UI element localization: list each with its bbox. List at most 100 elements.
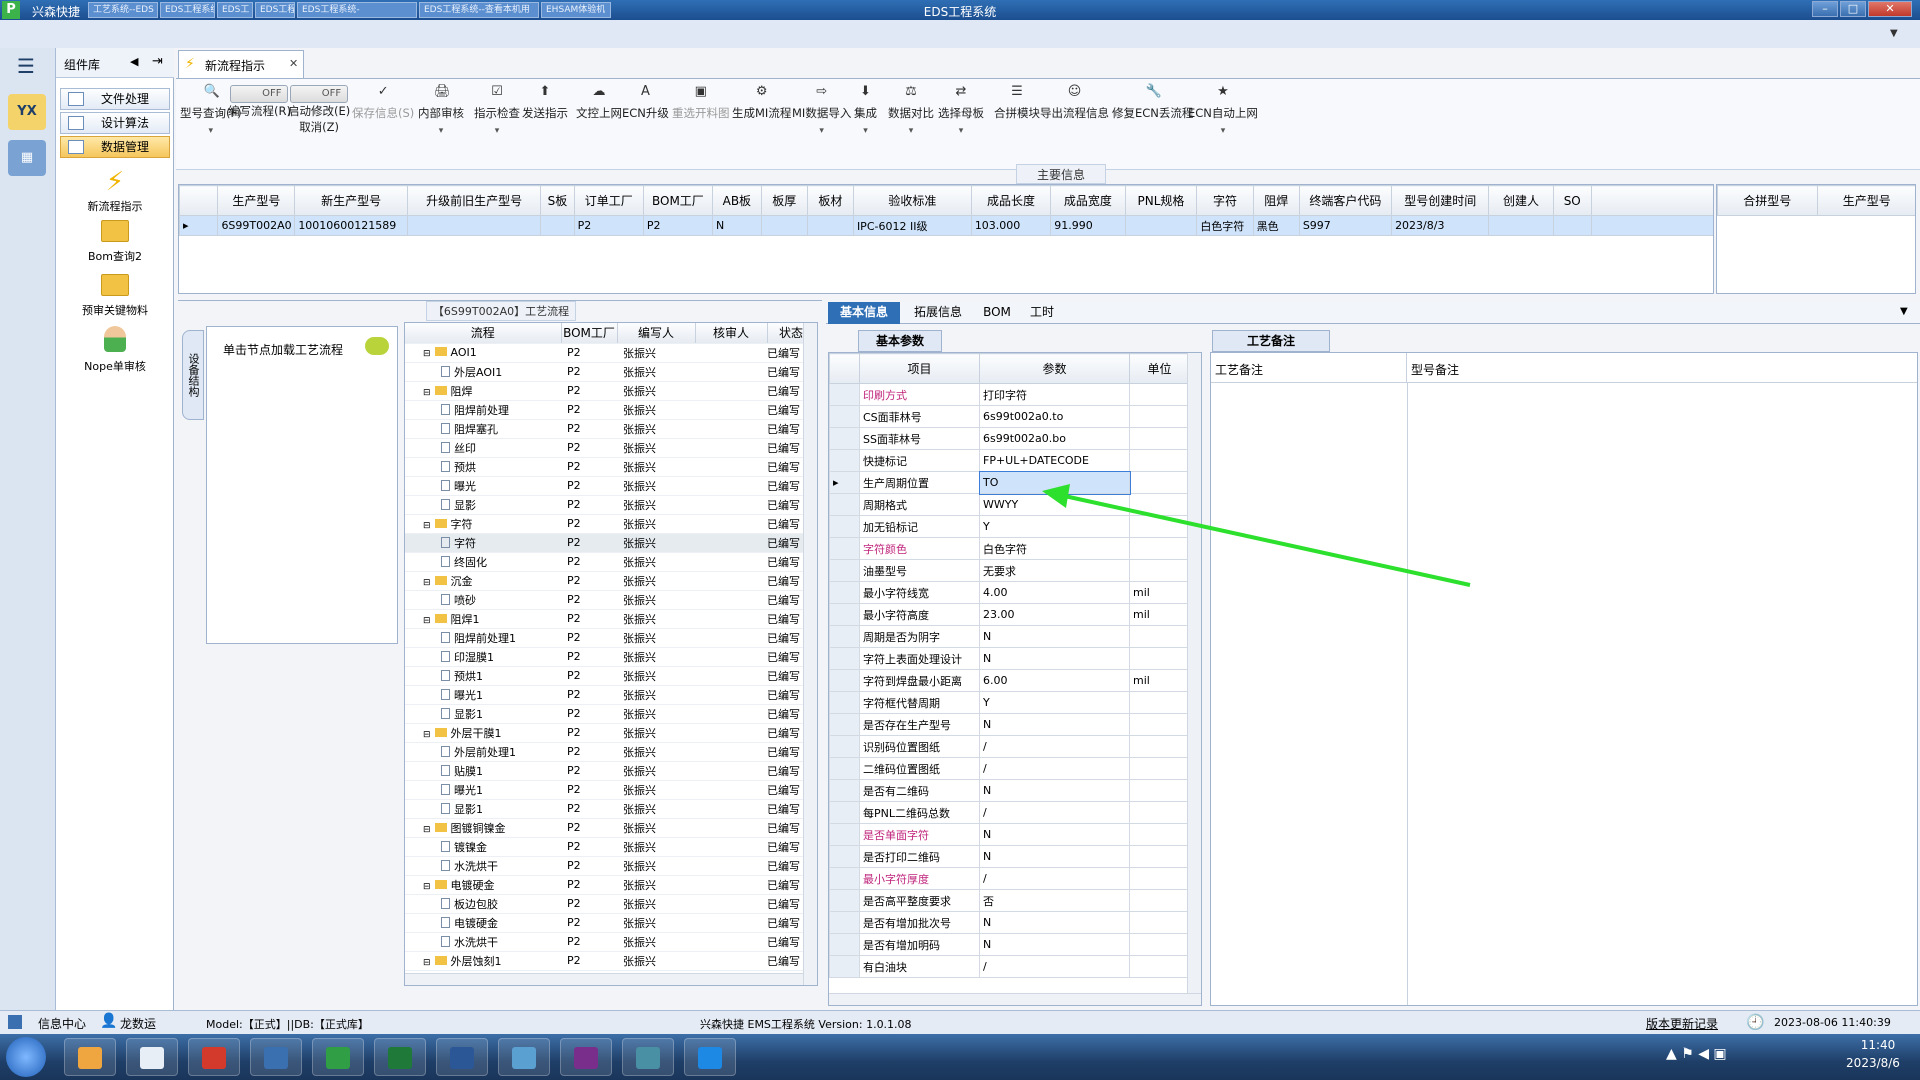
flow-column-header[interactable]: BOM工厂: [561, 323, 618, 344]
flow-row[interactable]: ⊟ 沉金 P2 张振兴 已编写: [405, 571, 815, 591]
table-cell[interactable]: 白色字符: [1196, 215, 1254, 236]
param-row[interactable]: SS面菲林号 6s99t002a0.bo: [829, 427, 1190, 450]
toolbar-button-8[interactable]: A ECN升级: [622, 85, 669, 165]
flow-row[interactable]: 水洗烘干 P2 张振兴 已编写: [405, 932, 815, 952]
flow-node[interactable]: ⊟ 沉金: [405, 571, 561, 591]
chevron-down-icon[interactable]: ▾: [1188, 126, 1258, 136]
table-cell[interactable]: [540, 215, 575, 236]
param-value[interactable]: /: [979, 955, 1130, 978]
param-value[interactable]: N: [979, 625, 1130, 648]
flow-row[interactable]: 电镀硬金 P2 张振兴 已编写: [405, 913, 815, 933]
param-row[interactable]: 每PNL二维码总数 /: [829, 801, 1190, 824]
flow-node[interactable]: 显影1: [405, 704, 561, 724]
toolbar-button-18[interactable]: ★ ECN自动上网 ▾: [1188, 85, 1258, 165]
flow-node[interactable]: 显影1: [405, 799, 561, 819]
table-cell[interactable]: 10010600121589: [294, 215, 409, 236]
chevron-down-icon[interactable]: ▾: [474, 126, 520, 136]
flow-node[interactable]: 外层前处理1: [405, 742, 561, 762]
param-row[interactable]: 快捷标记 FP+UL+DATECODE: [829, 449, 1190, 472]
lib-new-flow[interactable]: ⚡ 新流程指示: [56, 166, 174, 214]
yx-app-icon[interactable]: YX: [8, 94, 46, 130]
param-value[interactable]: N: [979, 779, 1130, 802]
param-row[interactable]: CS面菲林号 6s99t002a0.to: [829, 405, 1190, 428]
column-header[interactable]: SO: [1552, 185, 1592, 216]
detail-tab[interactable]: BOM: [976, 302, 1018, 324]
table-cell[interactable]: 2023/8/3: [1391, 215, 1490, 236]
flow-node[interactable]: 水洗烘干: [405, 932, 561, 952]
flow-row[interactable]: 预烘1 P2 张振兴 已编写: [405, 666, 815, 686]
table-row[interactable]: ▸ 6S99T002A0 10010600121589 P2 P2 N IPC-6012 I…: [179, 215, 1713, 236]
toolbar-button-1[interactable]: OFF 编写流程(R): [228, 85, 291, 165]
taskbar-app-3[interactable]: [250, 1038, 302, 1076]
param-value[interactable]: N: [979, 713, 1130, 736]
flow-row[interactable]: ⊟ 阻焊1 P2 张振兴 已编写: [405, 609, 815, 629]
param-row[interactable]: 是否高平整度要求否: [829, 889, 1190, 912]
column-header[interactable]: S板: [540, 185, 575, 216]
flow-row[interactable]: 镀镍金 P2 张振兴 已编写: [405, 837, 815, 857]
flow-node[interactable]: ⊟ 图镀铜镍金: [405, 818, 561, 838]
table-cell[interactable]: 6S99T002A0: [217, 215, 296, 236]
column-header[interactable]: 订单工厂: [573, 185, 644, 216]
taskbar-app-6[interactable]: [436, 1038, 488, 1076]
chevron-down-icon[interactable]: ▼: [1890, 28, 1898, 39]
column-header[interactable]: 终端客户代码: [1298, 185, 1393, 216]
chevron-down-icon[interactable]: ▾: [888, 126, 934, 136]
column-header[interactable]: 字符: [1196, 185, 1254, 216]
param-value[interactable]: N: [979, 933, 1130, 956]
flow-node[interactable]: ⊟ AOI1: [405, 343, 561, 363]
flow-row[interactable]: 喷砂 P2 张振兴 已编写: [405, 590, 815, 610]
expand-icon[interactable]: ⊟: [423, 825, 431, 835]
flow-row[interactable]: ⊟ 外层蚀刻1 P2 张振兴 已编写: [405, 951, 815, 971]
flow-node[interactable]: 电镀硬金: [405, 913, 561, 933]
flow-node[interactable]: ⊟ 外层蚀刻1: [405, 951, 561, 971]
toolbar-button-3[interactable]: ✓ 保存信息(S): [352, 85, 414, 165]
param-value[interactable]: N: [979, 823, 1130, 846]
table-cell[interactable]: [1124, 215, 1198, 236]
flow-node[interactable]: 预烘1: [405, 666, 561, 686]
flow-row[interactable]: 外层前处理1 P2 张振兴 已编写: [405, 742, 815, 762]
changelog-link[interactable]: 版本更新记录: [1646, 1015, 1718, 1032]
flow-row[interactable]: 阻焊前处理 P2 张振兴 已编写: [405, 400, 815, 420]
column-header[interactable]: PNL规格: [1124, 185, 1198, 216]
param-column-header[interactable]: 单位: [1129, 353, 1190, 384]
flow-node[interactable]: 曝光1: [405, 780, 561, 800]
param-value[interactable]: 打印字符: [979, 383, 1130, 406]
param-value[interactable]: /: [979, 801, 1130, 824]
menu-icon[interactable]: ☰: [14, 56, 38, 78]
flow-column-header[interactable]: 核审人: [695, 323, 768, 344]
toolbar-button-11[interactable]: ⇨ MI数据导入 ▾: [792, 85, 851, 165]
flow-row[interactable]: 字符 P2 张振兴 已编写: [405, 533, 815, 553]
param-value[interactable]: 6s99t002a0.bo: [979, 427, 1130, 450]
column-header[interactable]: 生产型号: [217, 185, 296, 216]
info-center[interactable]: 信息中心: [38, 1015, 86, 1032]
flow-column-header[interactable]: 流程: [405, 323, 562, 344]
column-header[interactable]: 成品长度: [970, 185, 1052, 216]
flow-row[interactable]: ⊟ 外层干膜1 P2 张振兴 已编写: [405, 723, 815, 743]
flow-node[interactable]: 预烘: [405, 457, 561, 477]
flow-node[interactable]: ⊟ 电镀硬金: [405, 875, 561, 895]
flow-node[interactable]: 水洗烘干: [405, 856, 561, 876]
chevron-left-icon[interactable]: ◀: [130, 55, 138, 68]
param-row[interactable]: 是否有二维码 N: [829, 779, 1190, 802]
flow-row[interactable]: 曝光1 P2 张振兴 已编写: [405, 780, 815, 800]
taskbar-app-4[interactable]: [312, 1038, 364, 1076]
flow-row[interactable]: 丝印 P2 张振兴 已编写: [405, 438, 815, 458]
param-row[interactable]: 是否有增加批次号 N: [829, 911, 1190, 934]
detail-tab[interactable]: 拓展信息: [904, 302, 972, 324]
column-header[interactable]: 创建人: [1488, 185, 1554, 216]
flow-row[interactable]: ⊟ AOI1 P2 张振兴 已编写: [405, 343, 815, 363]
flow-row[interactable]: 曝光 P2 张振兴 已编写: [405, 476, 815, 496]
column-header[interactable]: BOM工厂: [642, 185, 714, 216]
flow-node[interactable]: 字符: [405, 533, 561, 553]
flow-row[interactable]: 水洗烘干 P2 张振兴 已编写: [405, 856, 815, 876]
flow-node[interactable]: 外层AOI1: [405, 362, 561, 382]
param-value[interactable]: N: [979, 911, 1130, 934]
column-header[interactable]: 升级前旧生产型号: [407, 185, 542, 216]
chevron-down-icon[interactable]: ▾: [854, 126, 877, 136]
table-cell[interactable]: 91.990: [1050, 215, 1126, 236]
table-cell[interactable]: 103.000: [970, 215, 1052, 236]
flow-node[interactable]: ⊟ 阻焊1: [405, 609, 561, 629]
expand-icon[interactable]: ⊟: [423, 730, 431, 740]
param-row[interactable]: 有白油块 /: [829, 955, 1190, 978]
flow-row[interactable]: 外层AOI1 P2 张振兴 已编写: [405, 362, 815, 382]
